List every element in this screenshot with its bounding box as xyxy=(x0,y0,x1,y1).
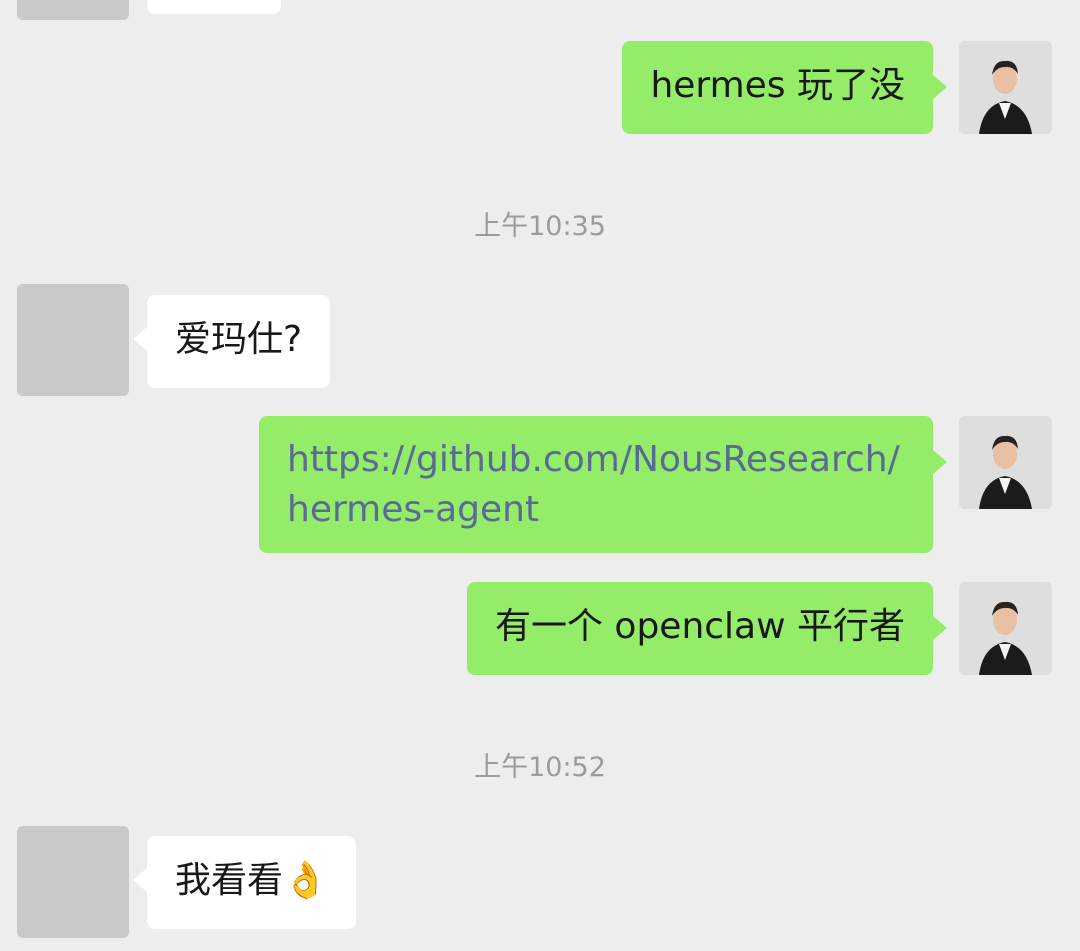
person-avatar-icon xyxy=(959,582,1052,675)
timestamp: 上午10:52 xyxy=(474,752,606,783)
my-avatar[interactable] xyxy=(959,582,1052,675)
message-bubble-incoming[interactable]: 爱玛仕? xyxy=(132,295,331,388)
message-link[interactable]: https://github.com/NousResearch/hermes-a… xyxy=(287,439,900,530)
message-text: 有一个 openclaw 平行者 xyxy=(494,606,905,647)
message-bubble-outgoing[interactable]: hermes 玩了没 xyxy=(622,41,947,134)
message-bubble-partial[interactable] xyxy=(147,0,281,14)
my-avatar[interactable] xyxy=(959,416,1052,509)
message-bubble-incoming[interactable]: 我看看👌 xyxy=(133,836,356,929)
sender-avatar[interactable] xyxy=(17,826,129,938)
person-avatar-icon xyxy=(959,416,1052,509)
message-bubble-outgoing[interactable]: 有一个 openclaw 平行者 xyxy=(466,582,948,675)
sender-avatar[interactable] xyxy=(17,284,129,396)
chat-message-list: hermes 玩了没 上午10:35 爱玛仕? https://github.c… xyxy=(0,0,1080,951)
person-avatar-icon xyxy=(959,41,1052,134)
message-bubble-link[interactable]: https://github.com/NousResearch/hermes-a… xyxy=(259,416,947,553)
message-text: hermes 玩了没 xyxy=(650,65,905,106)
message-text: 我看看 xyxy=(175,860,284,901)
my-avatar[interactable] xyxy=(959,41,1052,134)
timestamp: 上午10:35 xyxy=(474,211,606,242)
ok-hand-emoji-icon: 👌 xyxy=(283,860,328,901)
sender-avatar-partial[interactable] xyxy=(17,0,129,20)
message-text: 爱玛仕? xyxy=(175,319,303,360)
